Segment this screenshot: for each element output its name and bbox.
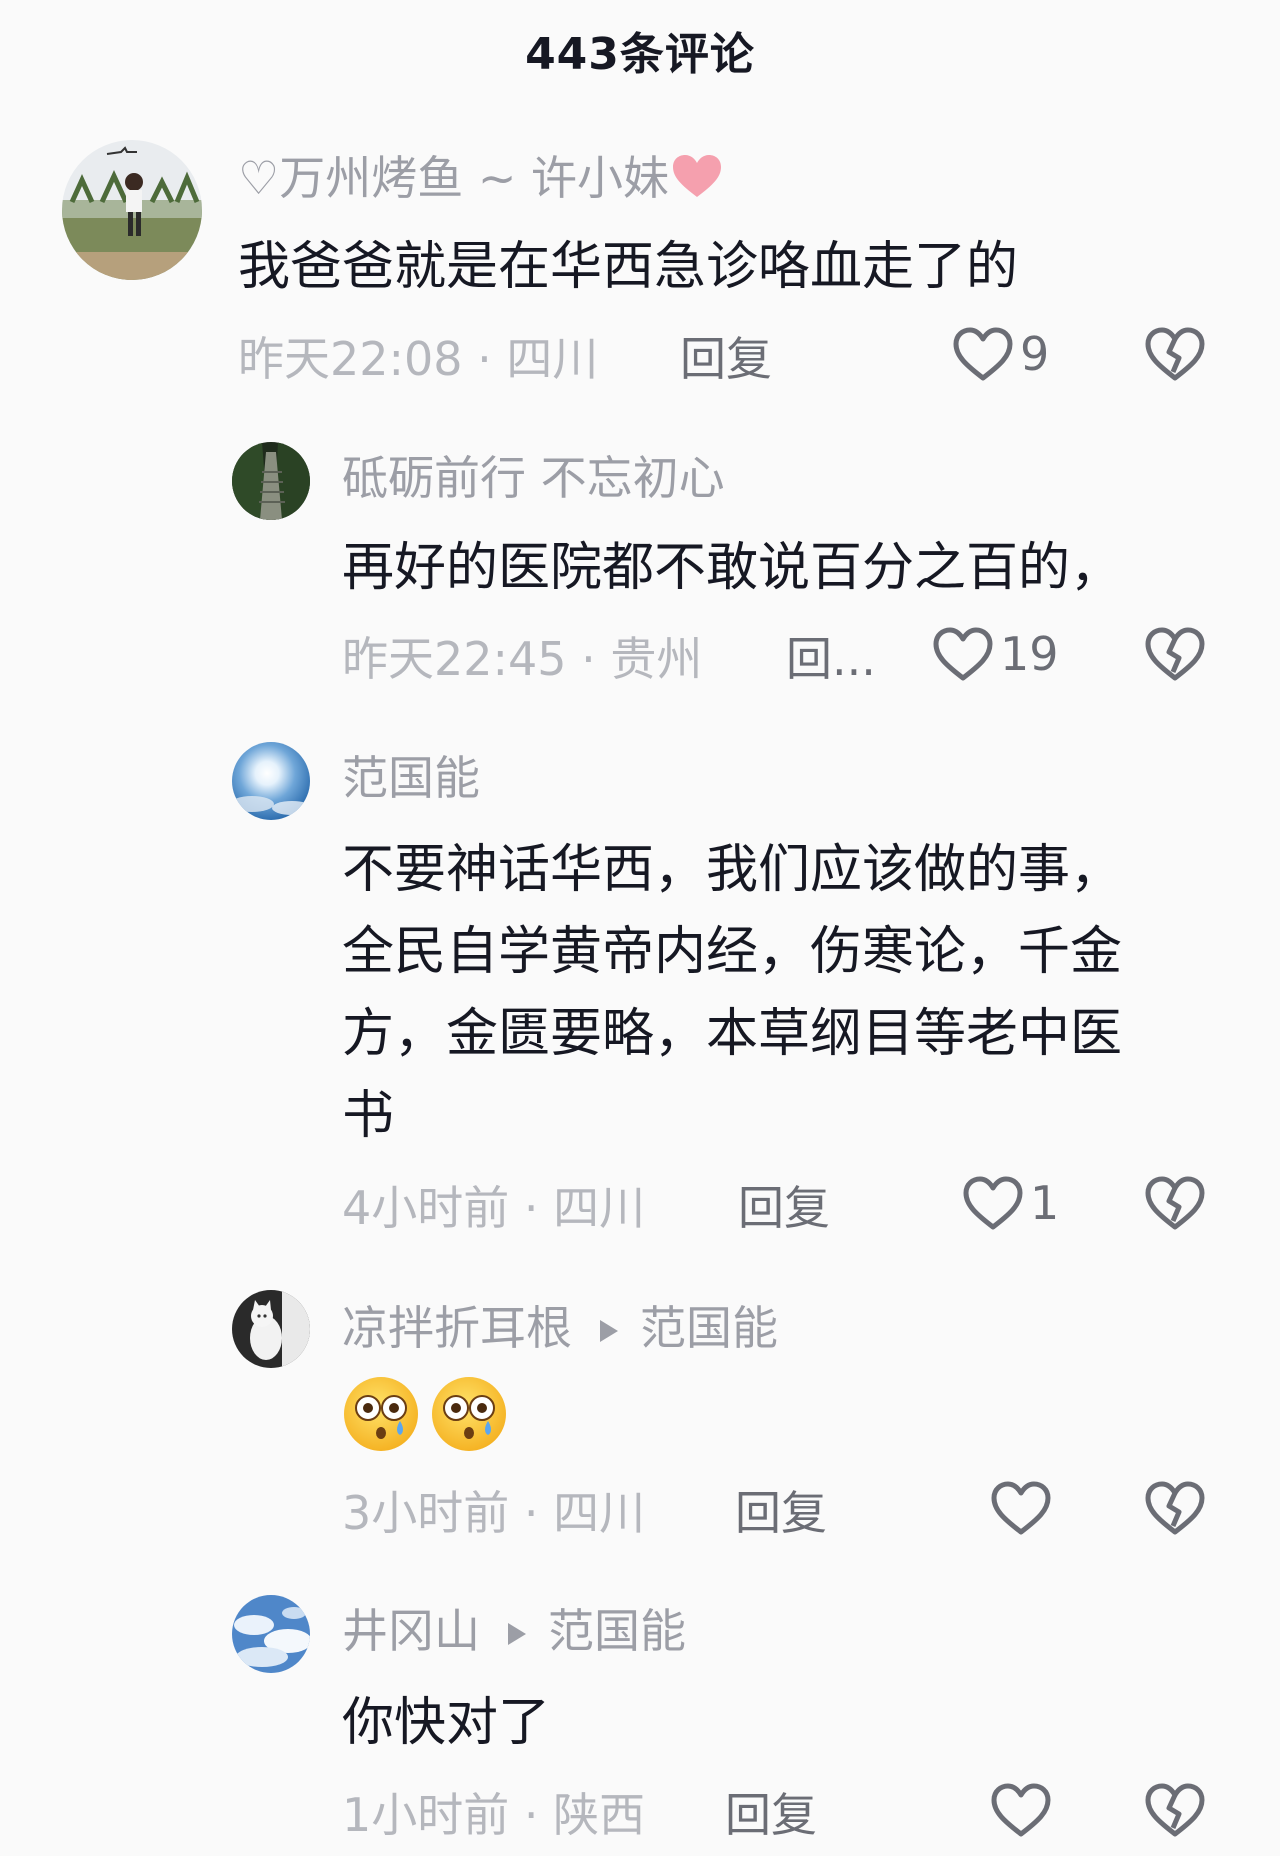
like-button[interactable] — [990, 1480, 1058, 1536]
broken-heart-icon — [1145, 327, 1205, 381]
comment-meta: 昨天22:08 · 四川 — [238, 332, 599, 386]
comment-text: 你快对了 — [342, 1682, 550, 1764]
comment-meta: 1小时前 · 陕西 — [342, 1788, 646, 1842]
flushed-face-icon — [342, 1375, 420, 1457]
pink-heart-icon — [671, 153, 723, 206]
broken-heart-icon — [1145, 1783, 1205, 1837]
username-text: ♡万州烤鱼 ~ 许小妹 — [238, 151, 670, 205]
reply-arrow-icon — [506, 1608, 528, 1654]
flushed-face-icon — [430, 1375, 508, 1457]
comment-text-line: 书 — [342, 1086, 395, 1146]
reply-button[interactable]: 回复 — [680, 336, 772, 382]
comment-count-title: 443条评论 — [525, 29, 755, 80]
dislike-button[interactable] — [1144, 1175, 1206, 1235]
like-count: 1 — [1030, 1176, 1060, 1230]
dislike-button[interactable] — [1144, 1782, 1206, 1842]
username[interactable]: 井冈山 范国能 — [342, 1608, 686, 1658]
comment-text-line: 方，金匮要略，本草纲目等老中医 — [342, 1004, 1123, 1064]
heart-outline-icon — [953, 327, 1013, 381]
avatar[interactable] — [62, 140, 202, 280]
dislike-button[interactable] — [1144, 626, 1206, 686]
reply-to-username[interactable]: 范国能 — [548, 1604, 686, 1658]
comment-text-line: 你快对了 — [342, 1693, 551, 1753]
dislike-button[interactable] — [1144, 326, 1206, 386]
like-button[interactable]: 1 — [962, 1175, 1059, 1231]
comment-text-line: 不要神话华西，我们应该做的事， — [342, 840, 1123, 900]
reply-to-username[interactable]: 范国能 — [640, 1301, 778, 1355]
like-button[interactable]: 19 — [932, 626, 1059, 682]
comments-header: 443条评论 — [0, 0, 1280, 92]
reply-button[interactable]: 回复 — [738, 1185, 830, 1231]
comment-text-line: 全民自学黄帝内经，伤寒论，千金 — [342, 922, 1123, 982]
reply-button[interactable]: 回复 — [725, 1792, 817, 1838]
heart-outline-icon — [991, 1481, 1051, 1535]
broken-heart-icon — [1145, 627, 1205, 681]
like-button[interactable]: 9 — [952, 326, 1049, 382]
comment-text: 再好的医院都不敢说百分之百的， — [342, 527, 1122, 609]
avatar[interactable] — [232, 1290, 310, 1368]
reply-arrow-icon — [598, 1305, 620, 1351]
reply-button[interactable]: 回... — [786, 636, 876, 682]
avatar[interactable] — [232, 1595, 310, 1673]
avatar[interactable] — [232, 442, 310, 520]
like-count: 19 — [1000, 627, 1059, 681]
comment-meta: 昨天22:45 · 贵州 — [342, 632, 703, 686]
username-text: 井冈山 — [342, 1604, 480, 1658]
comment-emoji-row — [342, 1375, 518, 1457]
broken-heart-icon — [1145, 1481, 1205, 1535]
heart-outline-icon — [933, 627, 993, 681]
heart-outline-icon — [991, 1783, 1051, 1837]
heart-outline-icon — [963, 1176, 1023, 1230]
dislike-button[interactable] — [1144, 1480, 1206, 1540]
username[interactable]: 凉拌折耳根 范国能 — [342, 1305, 778, 1355]
username[interactable]: ♡万州烤鱼 ~ 许小妹 — [238, 155, 723, 208]
username-text: 凉拌折耳根 — [342, 1301, 572, 1355]
comment-meta: 4小时前 · 四川 — [342, 1181, 646, 1235]
comment-text: 不要神话华西，我们应该做的事， 全民自学黄帝内经，伤寒论，千金 方，金匮要略，本… — [342, 829, 1122, 1157]
comment-text-line: 我爸爸就是在华西急诊咯血走了的 — [238, 237, 1019, 297]
broken-heart-icon — [1145, 1176, 1205, 1230]
like-count: 9 — [1020, 327, 1050, 381]
avatar[interactable] — [232, 742, 310, 820]
comment-meta: 3小时前 · 四川 — [342, 1486, 646, 1540]
username[interactable]: 砥砺前行 不忘初心 — [342, 455, 725, 501]
comment-text: 我爸爸就是在华西急诊咯血走了的 — [238, 226, 1018, 308]
like-button[interactable] — [990, 1782, 1058, 1838]
username[interactable]: 范国能 — [342, 755, 480, 801]
comment-text-line: 再好的医院都不敢说百分之百的， — [342, 538, 1123, 598]
reply-button[interactable]: 回复 — [735, 1490, 827, 1536]
